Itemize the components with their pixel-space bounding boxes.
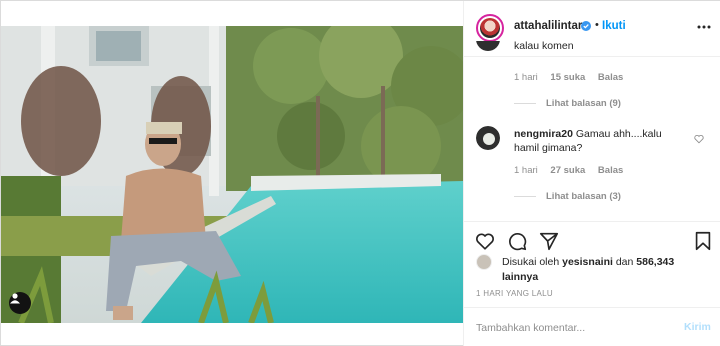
comment-meta: 1 hari 15 suka Balas (514, 72, 623, 83)
view-replies-button[interactable]: Lihat balasan (9) (514, 98, 621, 109)
add-comment-bar: Kirim (464, 307, 720, 346)
liker-username[interactable]: yesisnaini (562, 256, 613, 268)
reply-button[interactable]: Balas (598, 72, 623, 83)
comment-avatar[interactable] (476, 126, 500, 150)
comments-list[interactable]: kalau komen 1 hari 15 suka Balas Lihat b… (464, 41, 720, 221)
comment-meta: 1 hari 27 suka Balas (514, 165, 623, 176)
post-image (1, 26, 463, 323)
share-icon[interactable] (538, 230, 560, 252)
more-icon[interactable] (696, 19, 712, 35)
likes-text: Disukai oleh yesisnaini dan 586,343 lain… (502, 255, 702, 285)
comment-text: kalau komen (514, 41, 574, 52)
comment-avatar[interactable] (476, 41, 500, 51)
side-panel: attahalilintar • Ikuti kalau komen 1 har… (463, 1, 720, 346)
follow-button[interactable]: Ikuti (602, 20, 626, 32)
like-comment-icon[interactable] (694, 134, 704, 144)
verified-icon (581, 21, 591, 31)
view-replies-button[interactable]: Lihat balasan (3) (514, 191, 621, 202)
likes-summary: Disukai oleh yesisnaini dan 586,343 lain… (476, 254, 716, 284)
comment-time: 1 hari (514, 165, 538, 176)
likes-prefix: Disukai oleh (502, 256, 560, 268)
comment-icon[interactable] (506, 230, 528, 252)
author-username[interactable]: attahalilintar (514, 20, 582, 32)
liker-avatar[interactable] (476, 254, 492, 270)
comment-input[interactable] (476, 319, 666, 337)
post-comment-button[interactable]: Kirim (684, 321, 711, 333)
comment-username[interactable]: nengmira20 (514, 128, 573, 140)
post-timestamp[interactable]: 1 HARI YANG LALU (476, 289, 553, 298)
user-tag-icon[interactable] (9, 292, 31, 314)
comment-text: nengmira20 Gamau ahh....kalu hamil giman… (514, 127, 689, 155)
comment-likes[interactable]: 15 suka (550, 72, 585, 83)
comment-time: 1 hari (514, 72, 538, 83)
bookmark-icon[interactable] (692, 230, 714, 252)
comment-likes[interactable]: 27 suka (550, 165, 585, 176)
post-photo[interactable] (1, 26, 463, 323)
author-avatar[interactable] (476, 14, 504, 42)
reply-button[interactable]: Balas (598, 165, 623, 176)
heart-icon[interactable] (474, 230, 496, 252)
separator-dot: • (595, 19, 599, 31)
likes-conj: dan (615, 256, 634, 268)
post-card: attahalilintar • Ikuti kalau komen 1 har… (0, 0, 720, 346)
